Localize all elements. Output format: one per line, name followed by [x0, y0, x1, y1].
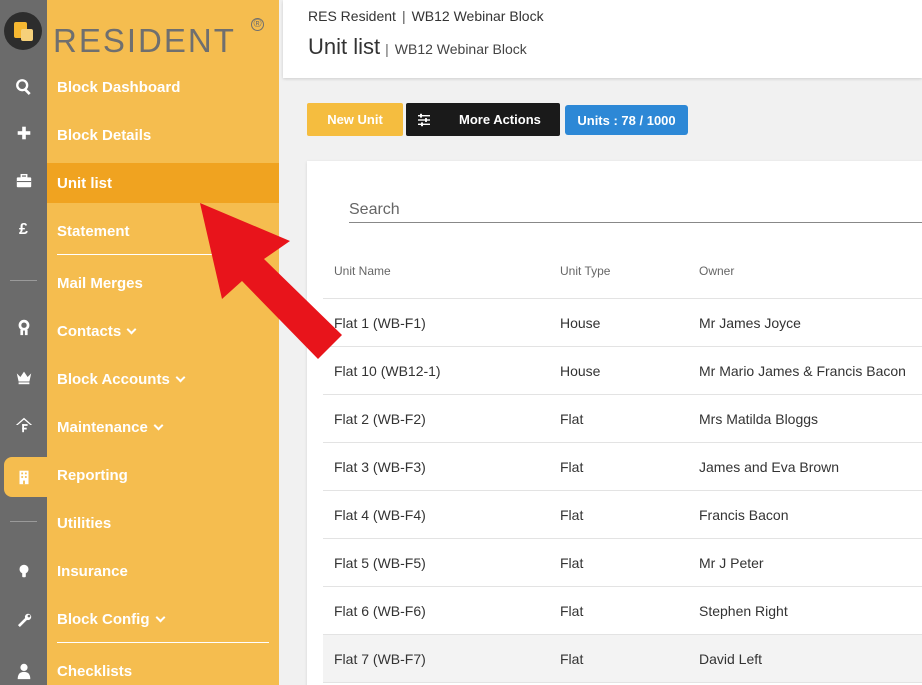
sidebar-item-label: Block Details — [57, 126, 152, 144]
sidebar-item-block-dashboard[interactable]: Block Dashboard — [47, 67, 279, 107]
chevron-down-icon — [126, 324, 137, 334]
owner-cell: Mr J Peter — [699, 554, 764, 571]
sidebar-item-label: Mail Merges — [57, 274, 143, 292]
plus-icon[interactable] — [0, 118, 47, 148]
contacts-badge-icon[interactable] — [0, 312, 47, 342]
sidebar-item-label: Checklists — [57, 662, 133, 680]
breadcrumb: RES Resident | WB12 Webinar Block — [308, 8, 544, 24]
sidebar-item-insurance[interactable]: Insurance — [47, 551, 279, 591]
icon-rail: £ — [0, 0, 47, 685]
sidebar-item-checklists[interactable]: Checklists — [47, 651, 279, 685]
more-actions-label: More Actions — [459, 112, 541, 127]
sidebar-item-label: Unit list — [57, 174, 112, 192]
rail-divider — [10, 521, 37, 522]
owner-cell: Mr Mario James & Francis Bacon — [699, 362, 906, 379]
unit-name-cell: Flat 5 (WB-F5) — [334, 554, 426, 571]
sidebar-item-label: Maintenance — [57, 418, 148, 436]
building-icon[interactable] — [0, 462, 47, 492]
breadcrumb-separator: | — [401, 8, 406, 24]
breadcrumb-item[interactable]: WB12 Webinar Block — [412, 8, 544, 24]
unit-type-cell: Flat — [560, 650, 584, 667]
units-count-label: Units : 78 / 1000 — [577, 112, 676, 128]
sidebar-item-label: Reporting — [57, 466, 128, 484]
table-row[interactable]: Flat 7 (WB-F7) Flat David Left — [323, 635, 922, 683]
search-icon[interactable] — [0, 72, 47, 102]
unit-name-cell: Flat 3 (WB-F3) — [334, 458, 426, 475]
unit-type-cell: Flat — [560, 602, 584, 619]
unit-type-cell: Flat — [560, 554, 584, 571]
unit-type-cell: House — [560, 362, 601, 379]
logo-icon[interactable] — [4, 12, 42, 50]
sidebar-item-reporting[interactable]: Reporting — [47, 455, 279, 495]
breadcrumb-item[interactable]: RES Resident — [308, 8, 396, 24]
new-unit-label: New Unit — [327, 112, 383, 127]
main-content: RES Resident | WB12 Webinar Block Unit lis… — [279, 0, 922, 685]
sidebar-item-label: Insurance — [57, 562, 128, 580]
chevron-down-icon — [155, 612, 165, 622]
column-header-unit-type[interactable]: Unit Type — [560, 264, 699, 278]
unit-type-cell: House — [560, 314, 601, 331]
briefcase-icon[interactable] — [0, 166, 47, 196]
sliders-icon — [406, 113, 442, 127]
brand-logo: RESIDENT — [53, 22, 236, 59]
table-row[interactable]: Flat 2 (WB-F2) Flat Mrs Matilda Bloggs — [323, 395, 922, 443]
table-row[interactable]: Flat 4 (WB-F4) Flat Francis Bacon — [323, 491, 922, 539]
search-input[interactable] — [349, 197, 922, 223]
units-count-badge: Units : 78 / 1000 — [565, 105, 688, 135]
more-actions-button[interactable]: More Actions — [406, 103, 560, 136]
table-row[interactable]: Flat 3 (WB-F3) Flat James and Eva Brown — [323, 443, 922, 491]
unit-type-cell: Flat — [560, 410, 584, 427]
unit-type-cell: Flat — [560, 458, 584, 475]
table-row[interactable]: Flat 10 (WB12-1) House Mr Mario James & … — [323, 347, 922, 395]
sidebar-item-block-config[interactable]: Block Config — [47, 599, 279, 639]
sidebar-item-label: Contacts — [57, 322, 122, 340]
page-subtitle: WB12 Webinar Block — [394, 41, 527, 57]
table-header: Unit Name Unit Type Owner — [323, 243, 922, 299]
title-separator: | — [385, 41, 389, 57]
bulb-icon[interactable] — [0, 556, 47, 586]
wrench-icon[interactable] — [0, 606, 47, 636]
sidebar-item-label: Block Config — [57, 610, 150, 628]
sidebar-item-label: Block Dashboard — [57, 78, 181, 96]
annotation-arrow-icon — [200, 203, 342, 359]
table-row[interactable]: Flat 5 (WB-F5) Flat Mr J Peter — [323, 539, 922, 587]
pound-icon[interactable]: £ — [0, 215, 47, 245]
owner-cell: David Left — [699, 650, 763, 667]
crown-icon[interactable] — [0, 362, 47, 392]
sidebar-item-maintenance[interactable]: Maintenance — [47, 407, 279, 447]
registered-mark: ® — [251, 18, 264, 31]
sidebar-item-block-details[interactable]: Block Details — [47, 115, 279, 155]
sidebar-item-label: Utilities — [57, 514, 112, 532]
unit-list-card: Unit Name Unit Type Owner Flat 1 (WB-F1)… — [307, 161, 922, 685]
unit-name-cell: Flat 2 (WB-F2) — [334, 410, 426, 427]
sidebar-item-block-accounts[interactable]: Block Accounts — [47, 359, 279, 399]
owner-cell: James and Eva Brown — [699, 458, 840, 475]
unit-name-cell: Flat 4 (WB-F4) — [334, 506, 426, 523]
sidebar-item-utilities[interactable]: Utilities — [47, 503, 279, 543]
sidebar-item-label: Block Accounts — [57, 370, 170, 388]
house-tool-icon[interactable] — [0, 410, 47, 440]
unit-type-cell: Flat — [560, 506, 584, 523]
column-header-owner[interactable]: Owner — [699, 264, 922, 278]
unit-name-cell: Flat 6 (WB-F6) — [334, 602, 426, 619]
rail-divider — [10, 280, 37, 281]
page-title: Unit list — [308, 34, 381, 59]
sidebar-item-label: Statement — [57, 222, 130, 240]
unit-name-cell: Flat 7 (WB-F7) — [334, 650, 426, 667]
owner-cell: Mrs Matilda Bloggs — [699, 410, 819, 427]
table-row[interactable]: Flat 6 (WB-F6) Flat Stephen Right — [323, 587, 922, 635]
nav-divider — [57, 642, 269, 643]
table-row[interactable]: Flat 1 (WB-F1) House Mr James Joyce — [323, 299, 922, 347]
page-header: RES Resident | WB12 Webinar Block Unit lis… — [283, 0, 922, 78]
chevron-down-icon — [153, 420, 164, 430]
owner-cell: Stephen Right — [699, 602, 788, 619]
title-row: Unit list | WB12 Webinar Block — [308, 34, 527, 60]
unit-table: Unit Name Unit Type Owner Flat 1 (WB-F1)… — [323, 243, 922, 683]
person-icon[interactable] — [0, 656, 47, 685]
owner-cell: Mr James Joyce — [699, 314, 801, 331]
owner-cell: Francis Bacon — [699, 506, 789, 523]
chevron-down-icon — [175, 372, 186, 382]
new-unit-button[interactable]: New Unit — [307, 103, 403, 136]
